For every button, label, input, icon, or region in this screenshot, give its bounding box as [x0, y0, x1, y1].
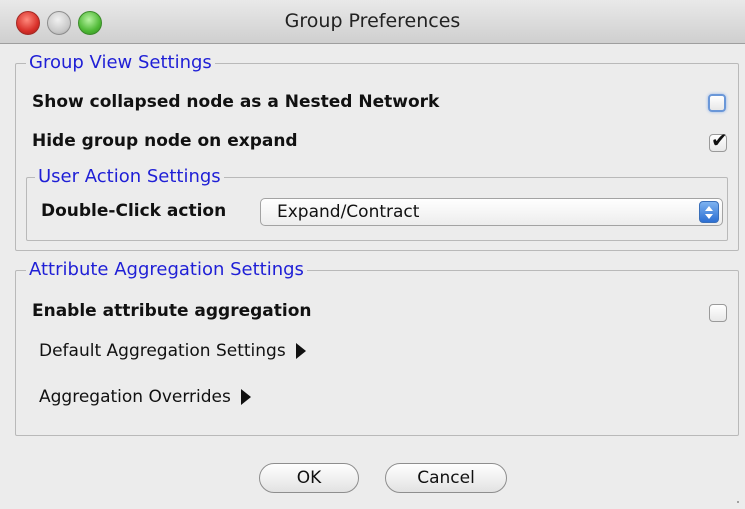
- show-collapsed-nested-checkbox[interactable]: [708, 94, 726, 112]
- resize-grip-icon[interactable]: [737, 501, 739, 503]
- double-click-action-value: Expand/Contract: [277, 202, 420, 222]
- default-aggregation-settings-disclosure[interactable]: Default Aggregation Settings: [39, 341, 306, 361]
- user-action-settings-legend: User Action Settings: [35, 166, 224, 188]
- show-collapsed-nested-label: Show collapsed node as a Nested Network: [32, 92, 440, 112]
- group-view-settings-panel: Group View Settings Show collapsed node …: [15, 52, 739, 251]
- attribute-aggregation-settings-legend: Attribute Aggregation Settings: [26, 259, 307, 281]
- window-title: Group Preferences: [284, 10, 461, 32]
- user-action-settings-panel: User Action Settings Double-Click action…: [26, 166, 728, 241]
- attribute-aggregation-settings-panel: Attribute Aggregation Settings Enable at…: [15, 259, 739, 436]
- group-preferences-window: Group Preferences Group View Settings Sh…: [0, 0, 745, 509]
- enable-attribute-aggregation-checkbox[interactable]: [709, 304, 727, 322]
- group-view-settings-legend: Group View Settings: [26, 52, 215, 74]
- title-bar: Group Preferences: [0, 0, 745, 44]
- disclosure-triangle-icon: [295, 343, 306, 359]
- hide-group-node-checkbox[interactable]: ✔: [709, 130, 728, 152]
- checkmark-icon: ✔: [711, 128, 728, 152]
- cancel-button[interactable]: Cancel: [385, 463, 507, 493]
- ok-button[interactable]: OK: [259, 463, 359, 493]
- enable-attribute-aggregation-label: Enable attribute aggregation: [32, 301, 312, 321]
- default-aggregation-settings-label: Default Aggregation Settings: [39, 341, 286, 361]
- select-arrows-icon: [699, 201, 719, 223]
- aggregation-overrides-disclosure[interactable]: Aggregation Overrides: [39, 387, 251, 407]
- disclosure-triangle-icon: [240, 389, 251, 405]
- aggregation-overrides-label: Aggregation Overrides: [39, 387, 231, 407]
- double-click-action-label: Double-Click action: [41, 201, 227, 221]
- double-click-action-select[interactable]: Expand/Contract: [260, 198, 723, 226]
- hide-group-node-label: Hide group node on expand: [32, 131, 298, 151]
